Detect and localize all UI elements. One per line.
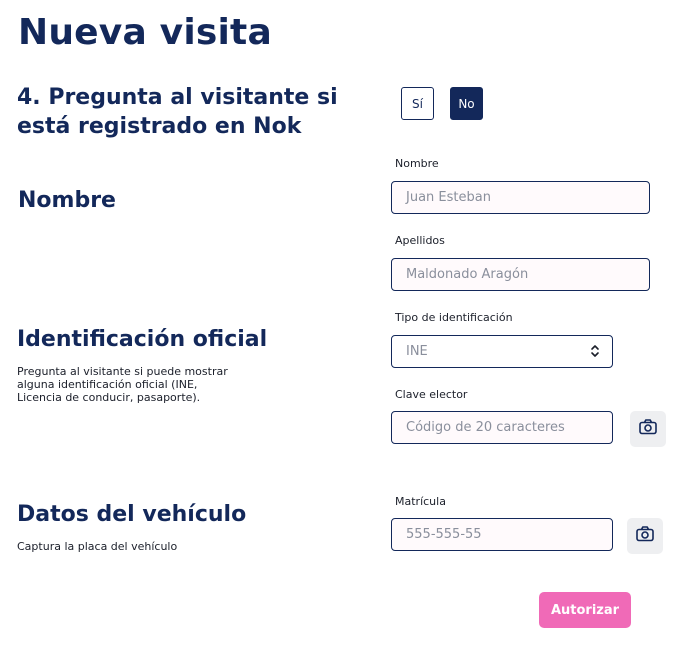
identificacion-description-line2: alguna identificación oficial (INE,	[17, 378, 198, 391]
question-text-line2: está registrado en Nok	[17, 114, 302, 139]
chevron-updown-icon	[590, 344, 600, 362]
plate-input[interactable]: 555-555-55	[391, 518, 613, 551]
section-title-nombre: Nombre	[18, 188, 116, 213]
yes-button[interactable]: Sí	[401, 87, 434, 120]
identificacion-description: Pregunta al visitante si puede mostrar a…	[17, 365, 228, 404]
identificacion-description-line3: Licencia de conducir, pasaporte).	[17, 391, 201, 404]
plate-label: Matrícula	[395, 495, 446, 508]
id-type-label: Tipo de identificación	[395, 311, 513, 324]
voter-key-input[interactable]: Código de 20 caracteres	[391, 411, 613, 444]
camera-icon	[639, 419, 657, 439]
last-name-label: Apellidos	[395, 234, 445, 247]
question-text-line1: 4. Pregunta al visitante si	[17, 85, 338, 110]
first-name-label: Nombre	[395, 157, 439, 170]
voter-key-label: Clave elector	[395, 388, 468, 401]
section-title-vehiculo: Datos del vehículo	[17, 502, 247, 527]
last-name-input[interactable]: Maldonado Aragón	[391, 258, 650, 291]
page-title: Nueva visita	[18, 12, 272, 53]
scan-id-button[interactable]	[630, 411, 666, 447]
question-text: 4. Pregunta al visitante si está registr…	[17, 83, 338, 141]
camera-icon	[636, 526, 654, 546]
authorize-button[interactable]: Autorizar	[539, 592, 631, 628]
first-name-input[interactable]: Juan Esteban	[391, 181, 650, 214]
scan-plate-button[interactable]	[627, 518, 663, 554]
no-button[interactable]: No	[450, 87, 483, 120]
section-title-identificacion: Identificación oficial	[17, 327, 268, 352]
identificacion-description-line1: Pregunta al visitante si puede mostrar	[17, 365, 228, 378]
id-type-select[interactable]: INE	[391, 335, 613, 368]
vehiculo-description: Captura la placa del vehículo	[17, 540, 178, 553]
id-type-value: INE	[406, 344, 428, 359]
